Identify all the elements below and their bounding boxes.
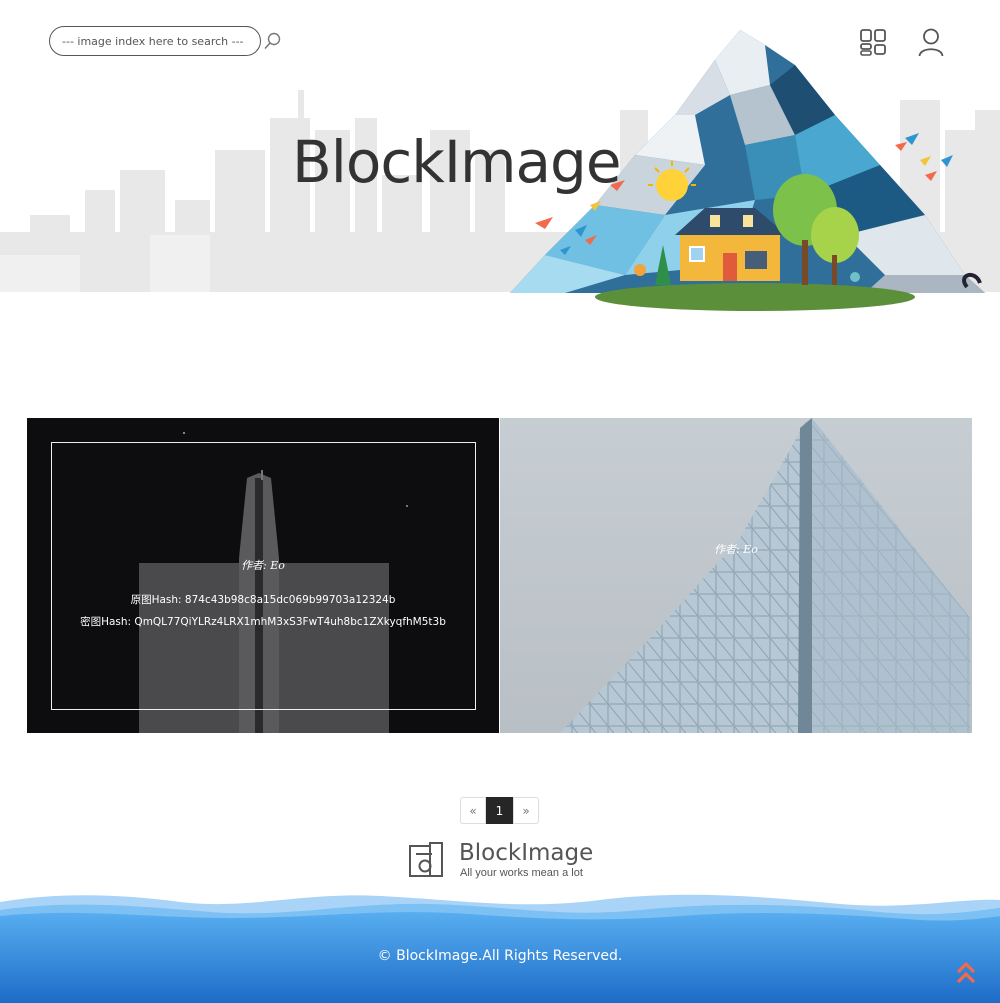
double-chevron-up-icon	[956, 962, 976, 984]
pagination-page-current[interactable]: 1	[486, 797, 513, 824]
pagination-prev[interactable]: «	[460, 797, 486, 824]
gallery-menu-button[interactable]	[859, 28, 887, 56]
footer-logo-name: BlockImage	[459, 840, 594, 866]
user-icon	[918, 28, 944, 57]
gallery-card[interactable]: 作者: Eo	[500, 418, 972, 733]
pagination-next[interactable]: »	[513, 797, 539, 824]
hover-overlay-frame	[51, 442, 476, 710]
user-account-button[interactable]	[917, 27, 945, 57]
logo-mark-icon	[409, 842, 443, 877]
footer-logo: BlockImage All your works mean a lot	[408, 840, 598, 882]
search-box	[49, 26, 261, 56]
footer-wave-background	[0, 894, 1000, 1003]
search-button[interactable]	[263, 30, 283, 52]
site-title: BlockImage	[292, 128, 622, 196]
author-label: 作者: Eo	[714, 543, 758, 556]
gallery-card[interactable]: 作者: Eo 原图Hash: 874c43b98c8a15dc069b99703…	[27, 418, 499, 733]
image-gallery: 作者: Eo 原图Hash: 874c43b98c8a15dc069b99703…	[27, 418, 972, 733]
grid-icon	[860, 29, 886, 56]
glass-building-photo	[500, 418, 972, 733]
footer-logo-tagline: All your works mean a lot	[460, 867, 583, 879]
cipher-hash-label: 密图Hash: QmQL77QiYLRz4LRX1mhM3xS3FwT4uh8b…	[80, 616, 446, 628]
search-input[interactable]	[60, 27, 254, 55]
pagination: « 1 »	[460, 797, 539, 824]
back-to-top-button[interactable]	[955, 959, 977, 987]
origin-hash-label: 原图Hash: 874c43b98c8a15dc069b99703a12324b	[130, 594, 396, 606]
magnifier-icon	[264, 32, 281, 49]
copyright-text: © BlockImage.All Rights Reserved.	[377, 948, 623, 964]
header-banner: BlockImage	[0, 0, 1000, 320]
author-label: 作者: Eo	[241, 559, 285, 572]
